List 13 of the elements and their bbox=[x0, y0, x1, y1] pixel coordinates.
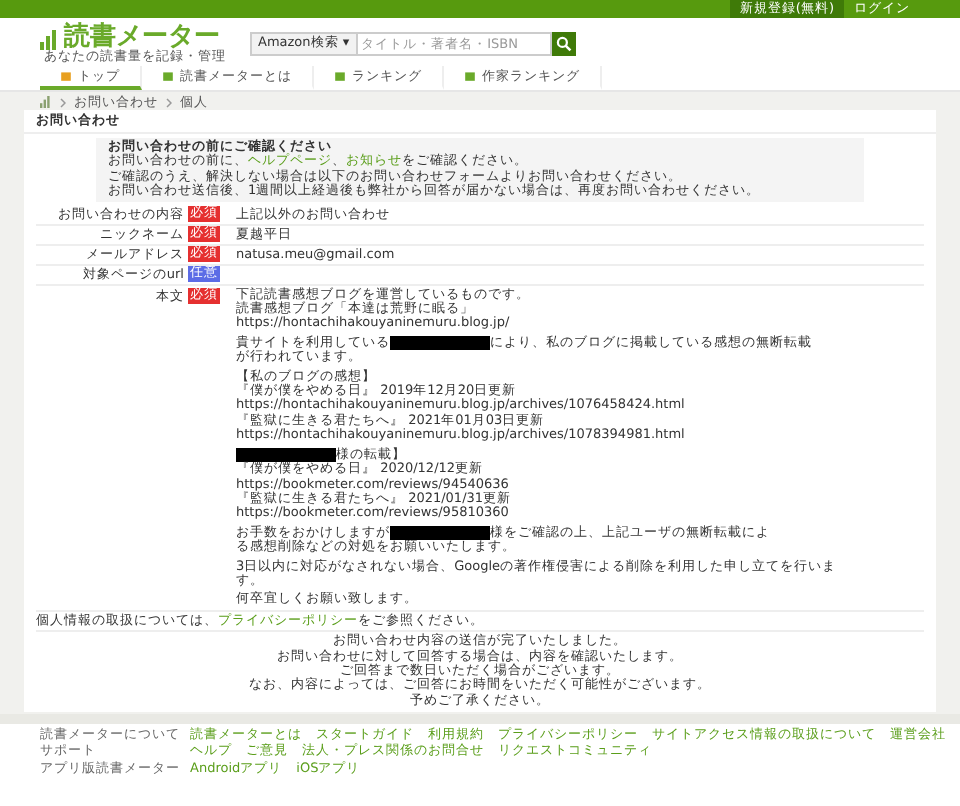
redaction-bar bbox=[236, 448, 336, 462]
tab-icon bbox=[334, 70, 346, 82]
search-button[interactable] bbox=[551, 31, 576, 55]
chevron-icon bbox=[166, 97, 172, 107]
tab-icon bbox=[162, 70, 174, 82]
tab-icon bbox=[60, 70, 72, 82]
search-icon bbox=[555, 35, 572, 51]
redaction-bar bbox=[390, 526, 490, 540]
chevron-icon bbox=[60, 97, 66, 107]
site-logo[interactable]: 読書メーター bbox=[64, 23, 220, 50]
tab-icon bbox=[464, 70, 476, 82]
bars-logo-icon bbox=[40, 29, 60, 50]
redaction-bar bbox=[390, 336, 490, 350]
